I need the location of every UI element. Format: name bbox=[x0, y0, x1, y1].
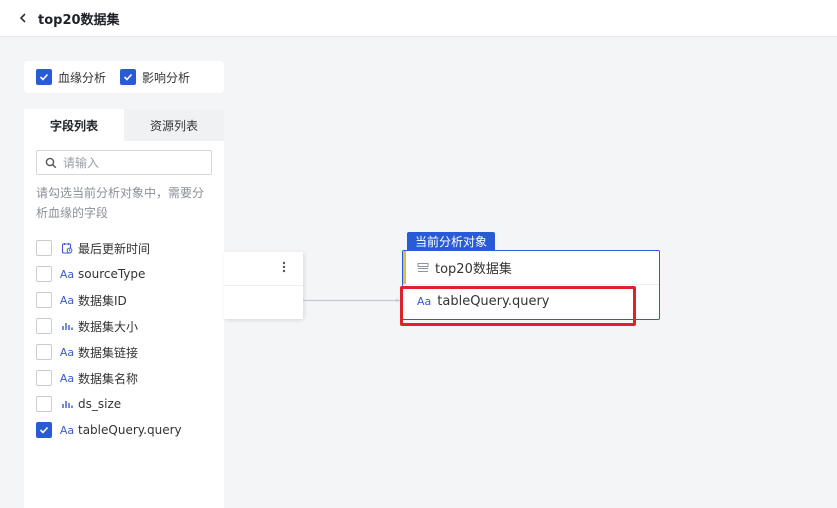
field-name: ds_size bbox=[78, 397, 122, 411]
list-item[interactable]: Aa 数据集链接 bbox=[24, 339, 224, 365]
current-target-node[interactable]: top20数据集 Aa tableQuery.query bbox=[402, 250, 660, 320]
tab-resource-list[interactable]: 资源列表 bbox=[124, 109, 224, 141]
field-name: 数据集名称 bbox=[78, 371, 139, 386]
more-vertical-icon[interactable] bbox=[276, 259, 292, 275]
list-item[interactable]: Aa tableQuery.query bbox=[24, 417, 224, 443]
field-panel: 字段列表 资源列表 请勾选当前分析对象中，需要分析血缘的字段 最后更新时间 bbox=[24, 109, 224, 508]
datetime-icon bbox=[60, 242, 74, 254]
field-name: 最后更新时间 bbox=[78, 241, 151, 256]
checkbox-checked-icon[interactable] bbox=[120, 69, 137, 85]
lineage-analysis-checkbox[interactable]: 血缘分析 bbox=[36, 69, 106, 86]
top-bar: top20数据集 bbox=[0, 0, 837, 37]
search-input[interactable] bbox=[63, 155, 203, 170]
impact-analysis-checkbox[interactable]: 影响分析 bbox=[120, 69, 190, 86]
text-type-icon: Aa bbox=[59, 371, 75, 385]
tab-field-list[interactable]: 字段列表 bbox=[24, 109, 124, 141]
search-box bbox=[36, 150, 212, 175]
text-type-icon: Aa bbox=[59, 345, 75, 359]
lineage-analysis-label: 血缘分析 bbox=[58, 70, 107, 85]
checkbox[interactable] bbox=[36, 292, 52, 308]
checkbox[interactable] bbox=[36, 396, 52, 412]
checkbox[interactable] bbox=[36, 266, 52, 282]
panel-tabs: 字段列表 资源列表 bbox=[24, 109, 224, 141]
checkbox-checked-icon[interactable] bbox=[36, 69, 52, 85]
chevron-left-icon bbox=[19, 13, 26, 23]
search-icon bbox=[45, 157, 57, 168]
field-name: sourceType bbox=[78, 267, 146, 281]
dataset-icon bbox=[417, 262, 429, 272]
list-item[interactable]: 数据集大小 bbox=[24, 313, 224, 339]
node-field-name: tableQuery.query bbox=[437, 294, 550, 309]
list-item[interactable]: Aa 数据集名称 bbox=[24, 365, 224, 391]
text-type-icon: Aa bbox=[59, 267, 75, 281]
numeric-type-icon bbox=[60, 320, 74, 332]
field-hint: 请勾选当前分析对象中，需要分析血缘的字段 bbox=[36, 186, 205, 220]
list-item[interactable]: Aa 数据集ID bbox=[24, 287, 224, 313]
node-field-row[interactable]: Aa tableQuery.query bbox=[417, 285, 550, 318]
field-name: 数据集链接 bbox=[78, 345, 139, 360]
checkbox-checked-icon[interactable] bbox=[36, 422, 52, 438]
list-item[interactable]: 最后更新时间 bbox=[24, 235, 224, 261]
node-accent-bar bbox=[403, 251, 406, 284]
node-title: top20数据集 bbox=[435, 262, 512, 277]
checkbox[interactable] bbox=[36, 318, 52, 334]
list-item[interactable]: ds_size bbox=[24, 391, 224, 417]
analysis-toggles: 血缘分析 影响分析 bbox=[24, 61, 224, 93]
text-type-icon: Aa bbox=[417, 295, 432, 308]
current-target-tag: 当前分析对象 bbox=[407, 232, 496, 251]
checkbox[interactable] bbox=[36, 240, 52, 256]
impact-analysis-label: 影响分析 bbox=[142, 70, 191, 85]
field-list: 最后更新时间 Aa sourceType Aa 数据集ID 数据集大小 Aa 数… bbox=[24, 235, 224, 443]
numeric-type-icon bbox=[60, 398, 74, 410]
text-type-icon: Aa bbox=[59, 423, 75, 437]
checkbox[interactable] bbox=[36, 370, 52, 386]
list-item[interactable]: Aa sourceType bbox=[24, 261, 224, 287]
field-name: tableQuery.query bbox=[78, 423, 182, 437]
back-button[interactable] bbox=[8, 3, 38, 33]
node-title-row: top20数据集 bbox=[417, 251, 512, 284]
field-name: 数据集大小 bbox=[78, 319, 139, 334]
text-type-icon: Aa bbox=[59, 293, 75, 307]
lineage-edge bbox=[303, 299, 402, 302]
page-title: top20数据集 bbox=[38, 12, 120, 28]
field-name: 数据集ID bbox=[78, 293, 127, 308]
node-divider bbox=[224, 285, 303, 286]
checkbox[interactable] bbox=[36, 344, 52, 360]
